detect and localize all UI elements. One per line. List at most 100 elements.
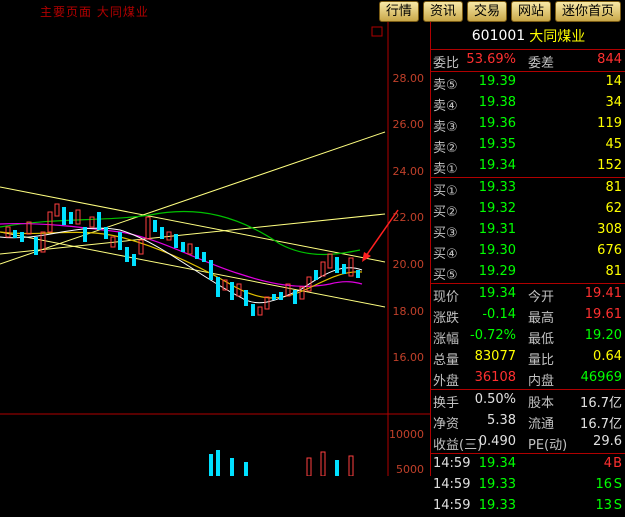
- info-label: 流通: [528, 417, 555, 432]
- tab-quotes[interactable]: 行情: [378, 1, 419, 22]
- stat-value: -0.72%: [470, 328, 516, 343]
- tick-price: 19.34: [478, 456, 516, 471]
- info-label: 换手: [433, 396, 460, 411]
- buy3-volume: 308: [597, 222, 622, 237]
- y-label-20: 20.00: [392, 258, 425, 271]
- sell2-price: 19.35: [478, 137, 516, 152]
- buy5-row[interactable]: 买⑤ 19.29 81: [431, 262, 625, 283]
- sell3-volume: 119: [597, 116, 622, 131]
- buy1-row[interactable]: 买① 19.33 81: [431, 178, 625, 199]
- sell4-label: 卖④: [433, 99, 458, 114]
- y-label-16: 16.00: [392, 351, 425, 364]
- stat-label: 最低: [528, 332, 555, 347]
- tab-trade[interactable]: 交易: [466, 1, 507, 22]
- sell4-row[interactable]: 卖④ 19.38 34: [431, 93, 625, 114]
- info-value: 29.6: [593, 434, 622, 449]
- buy1-price: 19.33: [478, 180, 516, 195]
- stat-row-change: 涨跌 -0.14 最高 19.61: [431, 305, 625, 326]
- stat-label: 总量: [433, 353, 460, 368]
- tick-volume: 16: [595, 477, 612, 492]
- buy2-price: 19.32: [478, 201, 516, 216]
- weibi-row: 委比 53.69% 委差 844: [431, 50, 625, 71]
- stat-value: -0.14: [482, 307, 516, 322]
- kline-chart[interactable]: 28.00 26.00 24.00 22.00 20.00 18.00 16.0…: [0, 22, 430, 476]
- buy5-price: 19.29: [478, 264, 516, 279]
- stat-label: 外盘: [433, 374, 460, 389]
- sell5-volume: 14: [605, 74, 622, 89]
- y-label-24: 24.00: [392, 165, 425, 178]
- stat-row-pct: 涨幅 -0.72% 最低 19.20: [431, 326, 625, 347]
- info-label: PE(动): [528, 438, 568, 453]
- tick-row: 14:59 19.33 13 S: [431, 496, 625, 517]
- stat-value: 19.41: [584, 286, 622, 301]
- stat-value: 0.64: [593, 349, 622, 364]
- sell4-price: 19.38: [478, 95, 516, 110]
- weicha-value: 844: [597, 52, 622, 67]
- tick-side: S: [613, 498, 622, 513]
- stat-label: 涨跌: [433, 311, 460, 326]
- kline-svg: [0, 22, 430, 476]
- sell4-volume: 34: [605, 95, 622, 110]
- stat-row-volume: 总量 83077 量比 0.64: [431, 347, 625, 368]
- stat-value: 19.61: [584, 307, 622, 322]
- tick-side: B: [613, 456, 622, 471]
- info-row-turnover: 换手 0.50% 股本 16.7亿: [431, 390, 625, 411]
- tick-volume: 13: [595, 498, 612, 513]
- info-row-netasset: 净资 5.38 流通 16.7亿: [431, 411, 625, 432]
- buy4-row[interactable]: 买④ 19.30 676: [431, 241, 625, 262]
- buy3-price: 19.31: [478, 222, 516, 237]
- buy2-row[interactable]: 买② 19.32 62: [431, 199, 625, 220]
- y-label-18: 18.00: [392, 305, 425, 318]
- buy1-volume: 81: [605, 180, 622, 195]
- y-label-28: 28.00: [392, 72, 425, 85]
- stat-row-outer: 外盘 36108 内盘 46969: [431, 368, 625, 389]
- stat-label: 涨幅: [433, 332, 460, 347]
- weicha-label: 委差: [528, 56, 555, 71]
- stat-row-price: 现价 19.34 今开 19.41: [431, 284, 625, 305]
- tab-mini-home[interactable]: 迷你首页: [554, 1, 621, 22]
- sell2-label: 卖②: [433, 141, 458, 156]
- tab-website[interactable]: 网站: [510, 1, 551, 22]
- buy3-label: 买③: [433, 226, 458, 241]
- stat-value: 36108: [474, 370, 516, 385]
- info-value: 0.490: [478, 434, 516, 449]
- stat-value: 19.20: [584, 328, 622, 343]
- tab-news[interactable]: 资讯: [422, 1, 463, 22]
- info-row-eps: 收益(三) 0.490 PE(动) 29.6: [431, 432, 625, 453]
- vol-label-5000: 5000: [396, 463, 424, 476]
- top-bar: 主要页面 大同煤业 行情 资讯 交易 网站 迷你首页: [0, 0, 625, 22]
- stat-label: 量比: [528, 353, 555, 368]
- sell2-row[interactable]: 卖② 19.35 45: [431, 135, 625, 156]
- tick-price: 19.33: [478, 477, 516, 492]
- buy5-label: 买⑤: [433, 268, 458, 283]
- tick-time: 14:59: [433, 498, 471, 513]
- tick-volume: 4: [603, 456, 612, 471]
- stat-label: 现价: [433, 290, 460, 305]
- info-label: 收益(三): [433, 438, 483, 453]
- buy2-label: 买②: [433, 205, 458, 220]
- info-value: 16.7亿: [580, 417, 622, 432]
- sell5-label: 卖⑤: [433, 78, 458, 93]
- sell2-volume: 45: [605, 137, 622, 152]
- sell1-price: 19.34: [478, 158, 516, 173]
- vol-label-10000: 10000: [389, 428, 424, 441]
- tick-side: S: [613, 477, 622, 492]
- info-label: 股本: [528, 396, 555, 411]
- tick-row: 14:59 19.33 16 S: [431, 475, 625, 496]
- chart-toggle-box: [371, 26, 383, 37]
- stat-value: 46969: [580, 370, 622, 385]
- sell5-price: 19.39: [478, 74, 516, 89]
- buy1-label: 买①: [433, 184, 458, 199]
- tick-time: 14:59: [433, 456, 471, 471]
- sell3-price: 19.36: [478, 116, 516, 131]
- sell1-row[interactable]: 卖① 19.34 152: [431, 156, 625, 177]
- tick-price: 19.33: [478, 498, 516, 513]
- y-label-26: 26.00: [392, 118, 425, 131]
- sell5-row[interactable]: 卖⑤ 19.39 14: [431, 72, 625, 93]
- sell3-row[interactable]: 卖③ 19.36 119: [431, 114, 625, 135]
- sell3-label: 卖③: [433, 120, 458, 135]
- trendline-lower: [0, 231, 386, 308]
- stat-label: 内盘: [528, 374, 555, 389]
- weibi-value: 53.69%: [466, 52, 516, 67]
- buy3-row[interactable]: 买③ 19.31 308: [431, 220, 625, 241]
